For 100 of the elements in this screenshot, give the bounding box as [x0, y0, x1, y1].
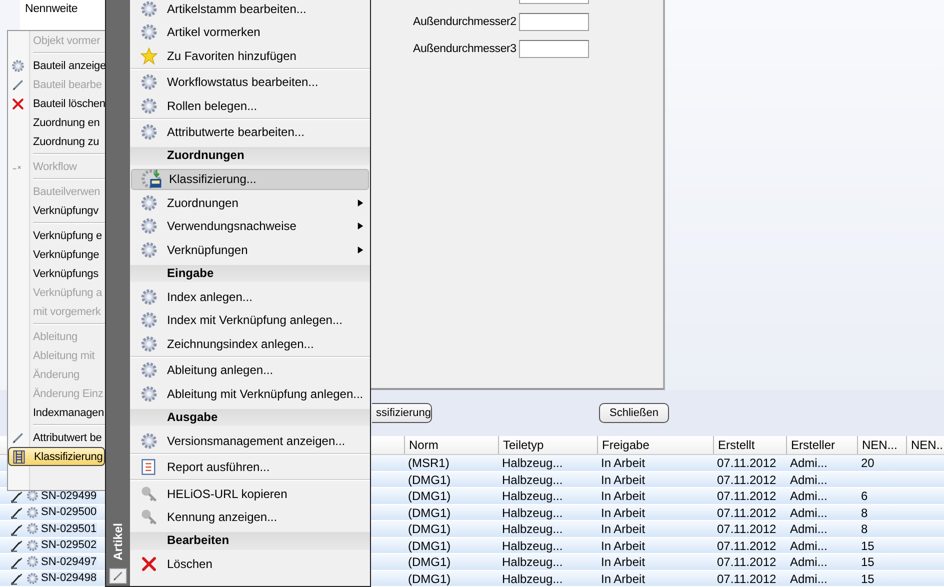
section-header: Zuordnungen	[130, 147, 370, 164]
close-button[interactable]: Schließen	[599, 403, 669, 423]
table-cell-text: Halbzeug...	[501, 472, 564, 487]
menu-item[interactable]: Verknüpfung e	[8, 226, 105, 245]
gear-folder-icon	[140, 168, 162, 190]
gear-icon	[140, 432, 158, 450]
menu-item[interactable]: Indexmanagen	[8, 403, 105, 422]
gear-icon	[140, 217, 158, 236]
menu-item[interactable]: Verwendungsnachweise	[130, 214, 370, 238]
section-header: Ausgabe	[130, 408, 370, 426]
table-cell-text: 07.11.2012	[716, 488, 778, 504]
table-cell-text: 20	[860, 455, 876, 470]
table-cell-text: (DMG1)	[407, 554, 452, 570]
menu-item[interactable]: Zu Favoriten hinzufügen	[130, 44, 370, 68]
menu-item[interactable]: Verknüpfunge	[8, 245, 105, 264]
gear-icon	[140, 123, 158, 142]
table-cell-text: Admi...	[789, 554, 828, 570]
column-header[interactable]: Norm	[405, 436, 499, 454]
menu-item[interactable]: Report ausführen...	[130, 456, 370, 479]
table-cell-text: (DMG1)	[407, 488, 452, 504]
pencil-icon	[11, 430, 25, 444]
menu-item[interactable]: Bauteil anzeige	[8, 56, 105, 75]
column-header[interactable]: Erstellt	[714, 436, 787, 454]
column-header[interactable]: Freigabe	[598, 436, 714, 454]
column-header[interactable]: Ersteller	[787, 436, 858, 454]
menu-item[interactable]: Zuordnungen	[130, 191, 370, 214]
table-cell-text: 07.11.2012	[716, 570, 778, 586]
gear-icon	[140, 334, 158, 353]
table-cell-text: In Arbeit	[600, 504, 646, 520]
table-cell-text: Admi...	[789, 521, 828, 536]
table-cell-text: Admi...	[789, 538, 828, 553]
tree-item[interactable]: SN-029502	[41, 539, 97, 552]
key-icon	[140, 484, 158, 503]
column-header[interactable]: NEN...	[858, 436, 907, 454]
table-cell-text: 15	[860, 538, 876, 553]
tree-item[interactable]: SN-029498	[41, 572, 97, 584]
menu-item[interactable]: Zeichnungsindex anlegen...	[130, 332, 370, 356]
table-cell-text: (DMG1)	[407, 472, 452, 487]
gear-icon	[140, 23, 158, 42]
table-cell-text: Halbzeug...	[501, 504, 564, 520]
star-icon	[140, 46, 158, 65]
tree-item[interactable]: SN-029500	[41, 506, 97, 518]
column-header[interactable]: NEN...	[907, 436, 944, 454]
menu-item[interactable]: Ableitung anlegen...	[130, 358, 370, 382]
edit-button[interactable]	[109, 568, 127, 584]
menu-item[interactable]: Workflowstatus bearbeiten...	[130, 70, 370, 94]
menu-item[interactable]: Verknüpfungv	[8, 201, 105, 220]
table-cell-text: 07.11.2012	[716, 554, 778, 570]
field-label: Außendurchmesser3	[413, 43, 518, 55]
input-field[interactable]	[519, 40, 589, 58]
table-cell-text: (MSR1)	[407, 455, 450, 470]
menu-item[interactable]: Klassifizierung	[8, 447, 105, 466]
menu-item[interactable]: Rollen belegen...	[130, 94, 370, 118]
menu-item[interactable]: Artikelstamm bearbeiten...	[130, 0, 370, 20]
menu-item[interactable]: Index mit Verknüpfung anlegen...	[130, 308, 370, 332]
table-cell-text: 15	[860, 570, 876, 586]
table-cell-text: 8	[860, 521, 869, 536]
tree-item[interactable]: SN-029501	[41, 522, 97, 535]
table-cell-text: In Arbeit	[600, 455, 646, 470]
gear-icon	[140, 288, 158, 306]
menu-item[interactable]: Bauteil löschen	[8, 94, 105, 113]
menu-item[interactable]: Index anlegen...	[130, 285, 370, 308]
table-cell-text: (DMG1)	[407, 570, 452, 586]
classify-button[interactable]: ssifizierung	[372, 403, 432, 423]
pencil-icon	[10, 538, 24, 552]
menu-item[interactable]: Attributwerte bearbeiten...	[130, 120, 370, 144]
gear-icon	[140, 311, 158, 330]
gear-icon	[140, 240, 158, 259]
menu-item[interactable]: Versionsmanagement anzeigen...	[130, 429, 370, 452]
close-icon	[140, 555, 158, 574]
table-cell-text: 8	[860, 504, 869, 520]
table-cell-text: 15	[860, 554, 876, 570]
column-header[interactable]: Teiletyp	[499, 436, 598, 454]
menu-item[interactable]: Artikel vormerken	[130, 20, 370, 44]
key-icon	[140, 508, 158, 526]
table-cell-text: In Arbeit	[600, 570, 646, 586]
gear-icon	[140, 384, 158, 403]
table-cell-text: 6	[860, 488, 869, 504]
menu-item[interactable]: Attributwert be	[8, 428, 105, 447]
table-cell-text: Admi...	[789, 504, 828, 520]
gear-icon	[26, 522, 39, 536]
field-label: Nennweite	[25, 3, 78, 15]
table-cell-text: Admi...	[789, 455, 828, 470]
table-cell-text: Halbzeug...	[501, 521, 564, 536]
table-cell-text: Halbzeug...	[501, 455, 564, 470]
tree-item[interactable]: SN-029497	[41, 556, 97, 568]
menu-item[interactable]: Verknüpfungs	[8, 264, 105, 283]
menu-item[interactable]: Zuordnung zu	[8, 132, 105, 151]
table-cell-text: In Arbeit	[600, 488, 646, 504]
table-cell-text: Admi...	[789, 570, 828, 586]
menu-item[interactable]: Ableitung mit Verknüpfung anlegen...	[130, 382, 370, 406]
menu-item[interactable]: Zuordnung en	[8, 113, 105, 132]
gear-icon	[140, 194, 158, 212]
close-icon	[11, 96, 25, 110]
pencil-icon	[10, 571, 24, 586]
table-cell-text: (DMG1)	[407, 521, 452, 536]
menu-item[interactable]: Klassifizierung...	[131, 168, 369, 190]
menu-item[interactable]: Verknüpfungen	[130, 238, 370, 262]
gear-icon	[26, 538, 39, 552]
input-field[interactable]	[519, 13, 589, 31]
